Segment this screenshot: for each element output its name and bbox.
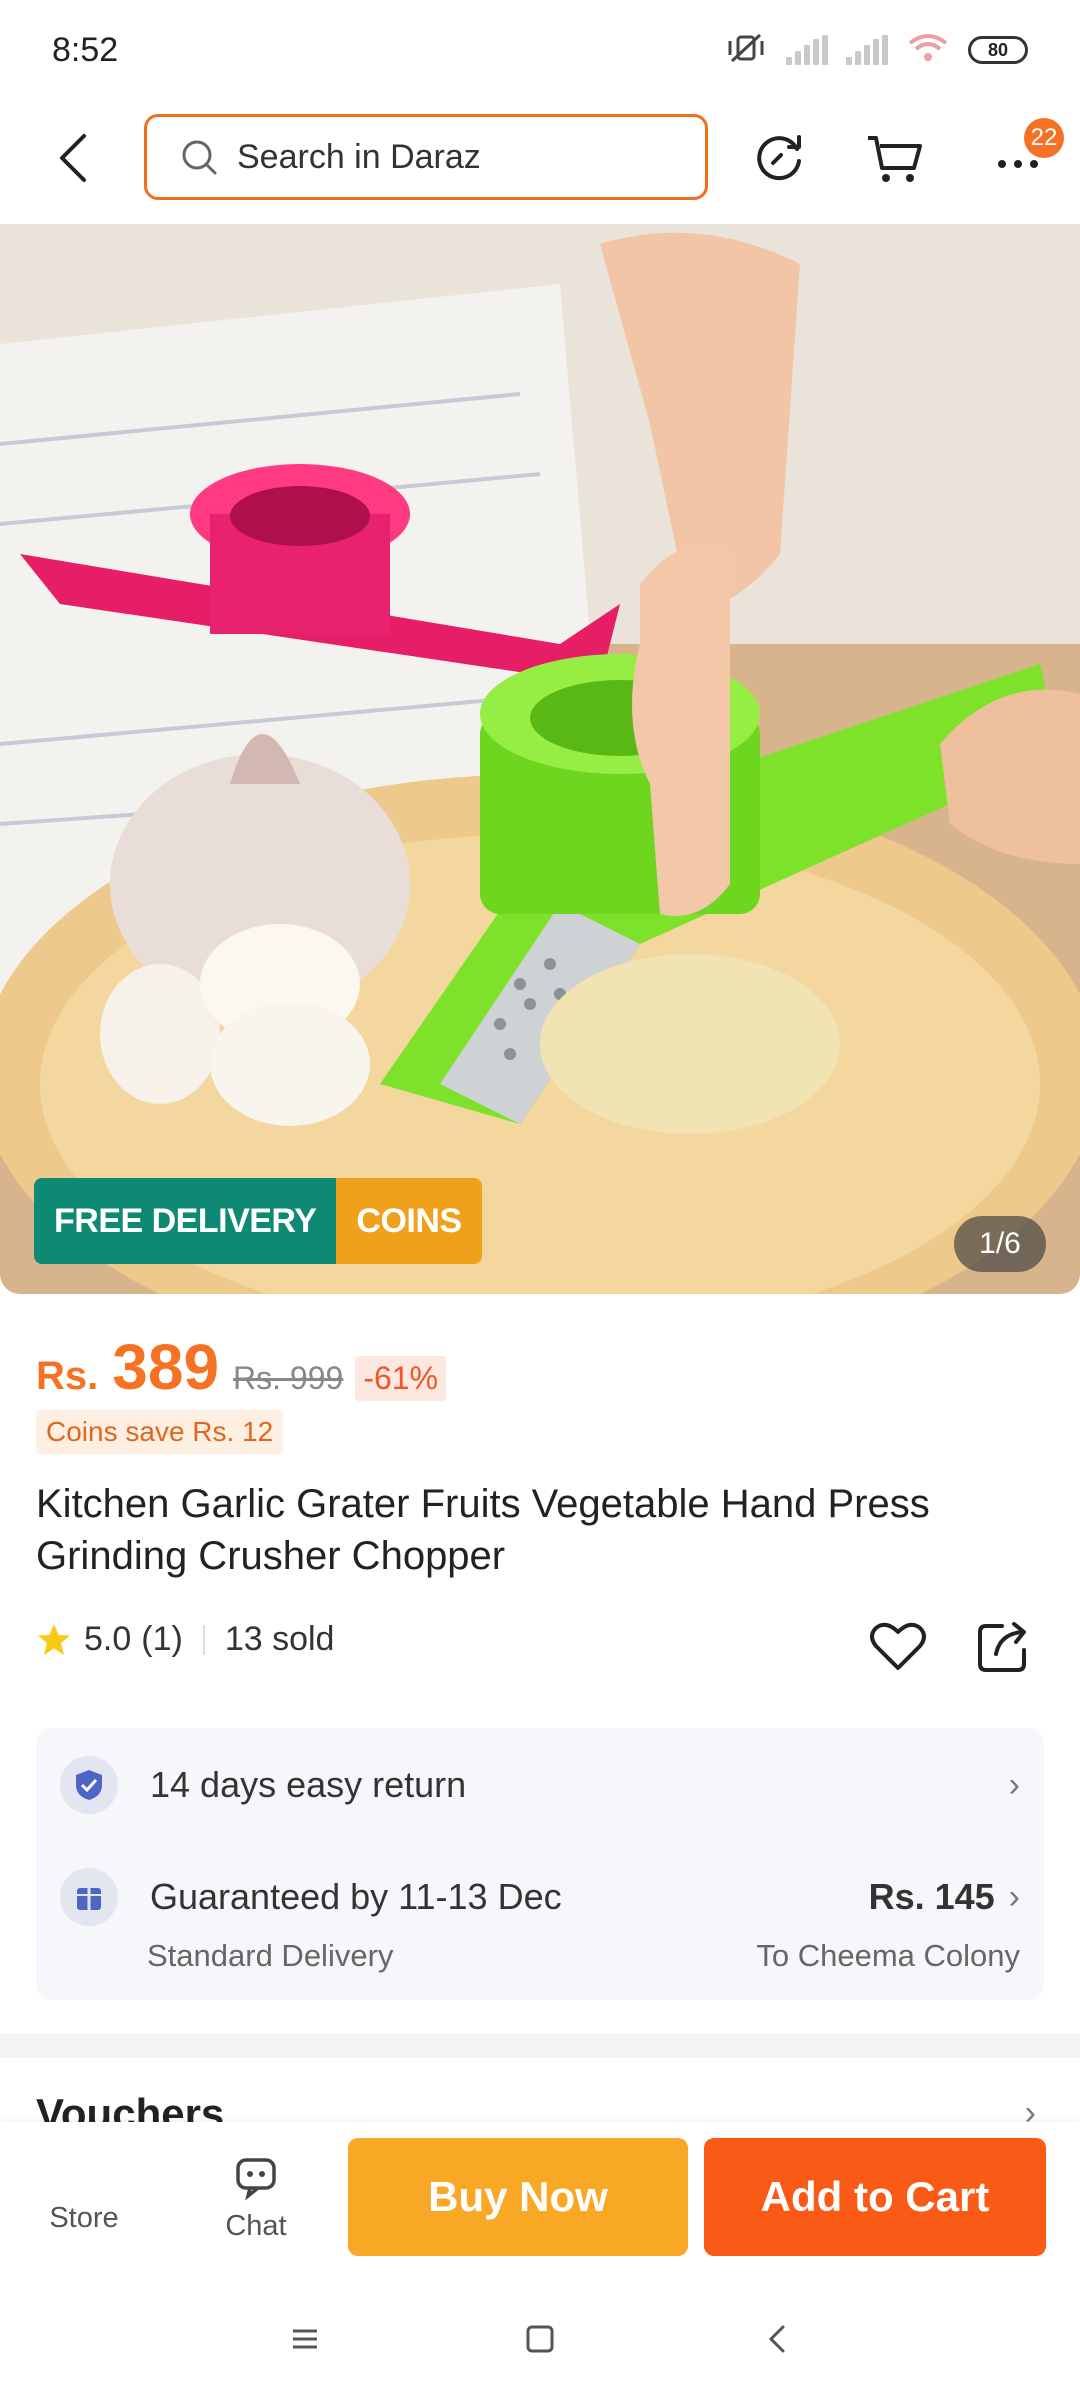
delivery-fee: Rs. 145 <box>868 1876 995 1917</box>
notification-badge: 22 <box>1024 118 1064 158</box>
search-icon <box>182 140 217 175</box>
store-icon <box>24 2150 144 2202</box>
delivery-row[interactable]: Guaranteed by 11-13 Dec Rs. 145 › <box>60 1868 1020 1926</box>
square-icon <box>526 2325 554 2353</box>
status-icons: 80 <box>724 31 1028 70</box>
signal-icon <box>786 35 828 65</box>
vibrate-mute-icon <box>724 31 768 70</box>
system-back-button[interactable] <box>752 2314 802 2364</box>
delivery-type: Standard Delivery <box>147 1938 394 1973</box>
rating-row[interactable]: 5.0 (1) 13 sold <box>36 1620 334 1659</box>
review-count: (1) <box>141 1620 183 1658</box>
image-counter: 1/6 <box>954 1216 1046 1272</box>
search-placeholder: Search in Daraz <box>237 137 481 176</box>
signal-icon-2 <box>846 35 888 65</box>
chat-label: Chat <box>225 2210 287 2242</box>
refresh-button[interactable] <box>746 124 812 190</box>
refresh-icon <box>757 135 801 181</box>
wifi-icon <box>906 31 950 70</box>
share-icon <box>978 1622 1026 1672</box>
wishlist-button[interactable] <box>868 1616 928 1676</box>
menu-lines-icon <box>293 2329 317 2349</box>
chat-icon <box>236 2158 276 2201</box>
free-delivery-tag: FREE DELIVERY <box>34 1178 337 1264</box>
add-to-cart-button[interactable]: Add to Cart <box>704 2138 1046 2256</box>
rating-value: 5.0 <box>84 1620 132 1658</box>
product-photo <box>0 224 1080 1294</box>
cart-button[interactable] <box>862 124 928 190</box>
delivery-info-card: 14 days easy return › Guaranteed by 11-1… <box>36 1728 1044 2000</box>
original-price: Rs. 999 <box>233 1360 344 1396</box>
search-input[interactable]: Search in Daraz <box>144 114 708 200</box>
bottom-action-bar: Store Chat Buy Now Add to Cart <box>0 2122 1080 2284</box>
store-button[interactable]: Store <box>24 2150 144 2235</box>
status-time: 8:52 <box>52 30 119 69</box>
coins-save-badge: Coins save Rs. 12 <box>36 1410 284 1454</box>
section-divider <box>0 2034 1080 2058</box>
share-button[interactable] <box>974 1616 1034 1676</box>
coins-tag: COINS <box>336 1178 482 1264</box>
sold-count: 13 sold <box>224 1620 335 1658</box>
home-button[interactable] <box>515 2314 565 2364</box>
shield-check-icon <box>60 1756 118 1814</box>
chat-button[interactable]: Chat <box>196 2150 316 2243</box>
product-title: Kitchen Garlic Grater Fruits Vegetable H… <box>36 1482 930 1578</box>
discount-badge: -61% <box>355 1356 447 1401</box>
promo-tag: FREE DELIVERY COINS <box>34 1178 482 1264</box>
back-button[interactable] <box>46 128 106 188</box>
cart-icon <box>868 136 922 182</box>
battery-icon: 80 <box>968 36 1028 64</box>
system-nav-bar <box>0 2284 1080 2400</box>
more-button[interactable]: 22 <box>978 118 1064 190</box>
price-currency: Rs. <box>36 1354 99 1398</box>
return-policy-text: 14 days easy return <box>150 1764 467 1805</box>
recents-button[interactable] <box>280 2314 330 2364</box>
price-amount: 389 <box>112 1331 220 1403</box>
divider <box>202 1624 205 1655</box>
product-image-carousel[interactable]: FREE DELIVERY COINS 1/6 <box>0 224 1080 1294</box>
heart-icon <box>870 1622 926 1670</box>
chevron-right-icon: › <box>1008 1877 1020 1916</box>
chevron-left-icon <box>768 2325 785 2353</box>
store-label: Store <box>49 2202 119 2234</box>
delivery-location: To Cheema Colony <box>756 1938 1020 1973</box>
buy-now-button[interactable]: Buy Now <box>348 2138 688 2256</box>
gift-box-icon <box>60 1868 118 1926</box>
delivery-guarantee: Guaranteed by 11-13 Dec <box>150 1876 562 1917</box>
star-icon <box>38 1623 70 1655</box>
status-bar: 8:52 80 <box>0 0 1080 100</box>
chevron-right-icon: › <box>1008 1765 1020 1804</box>
top-nav: Search in Daraz 22 <box>0 110 1080 208</box>
chevron-left-icon <box>60 134 86 182</box>
return-policy-row[interactable]: 14 days easy return › <box>60 1756 1020 1814</box>
price-row: Rs. 389 Rs. 999 -61% <box>36 1330 447 1404</box>
